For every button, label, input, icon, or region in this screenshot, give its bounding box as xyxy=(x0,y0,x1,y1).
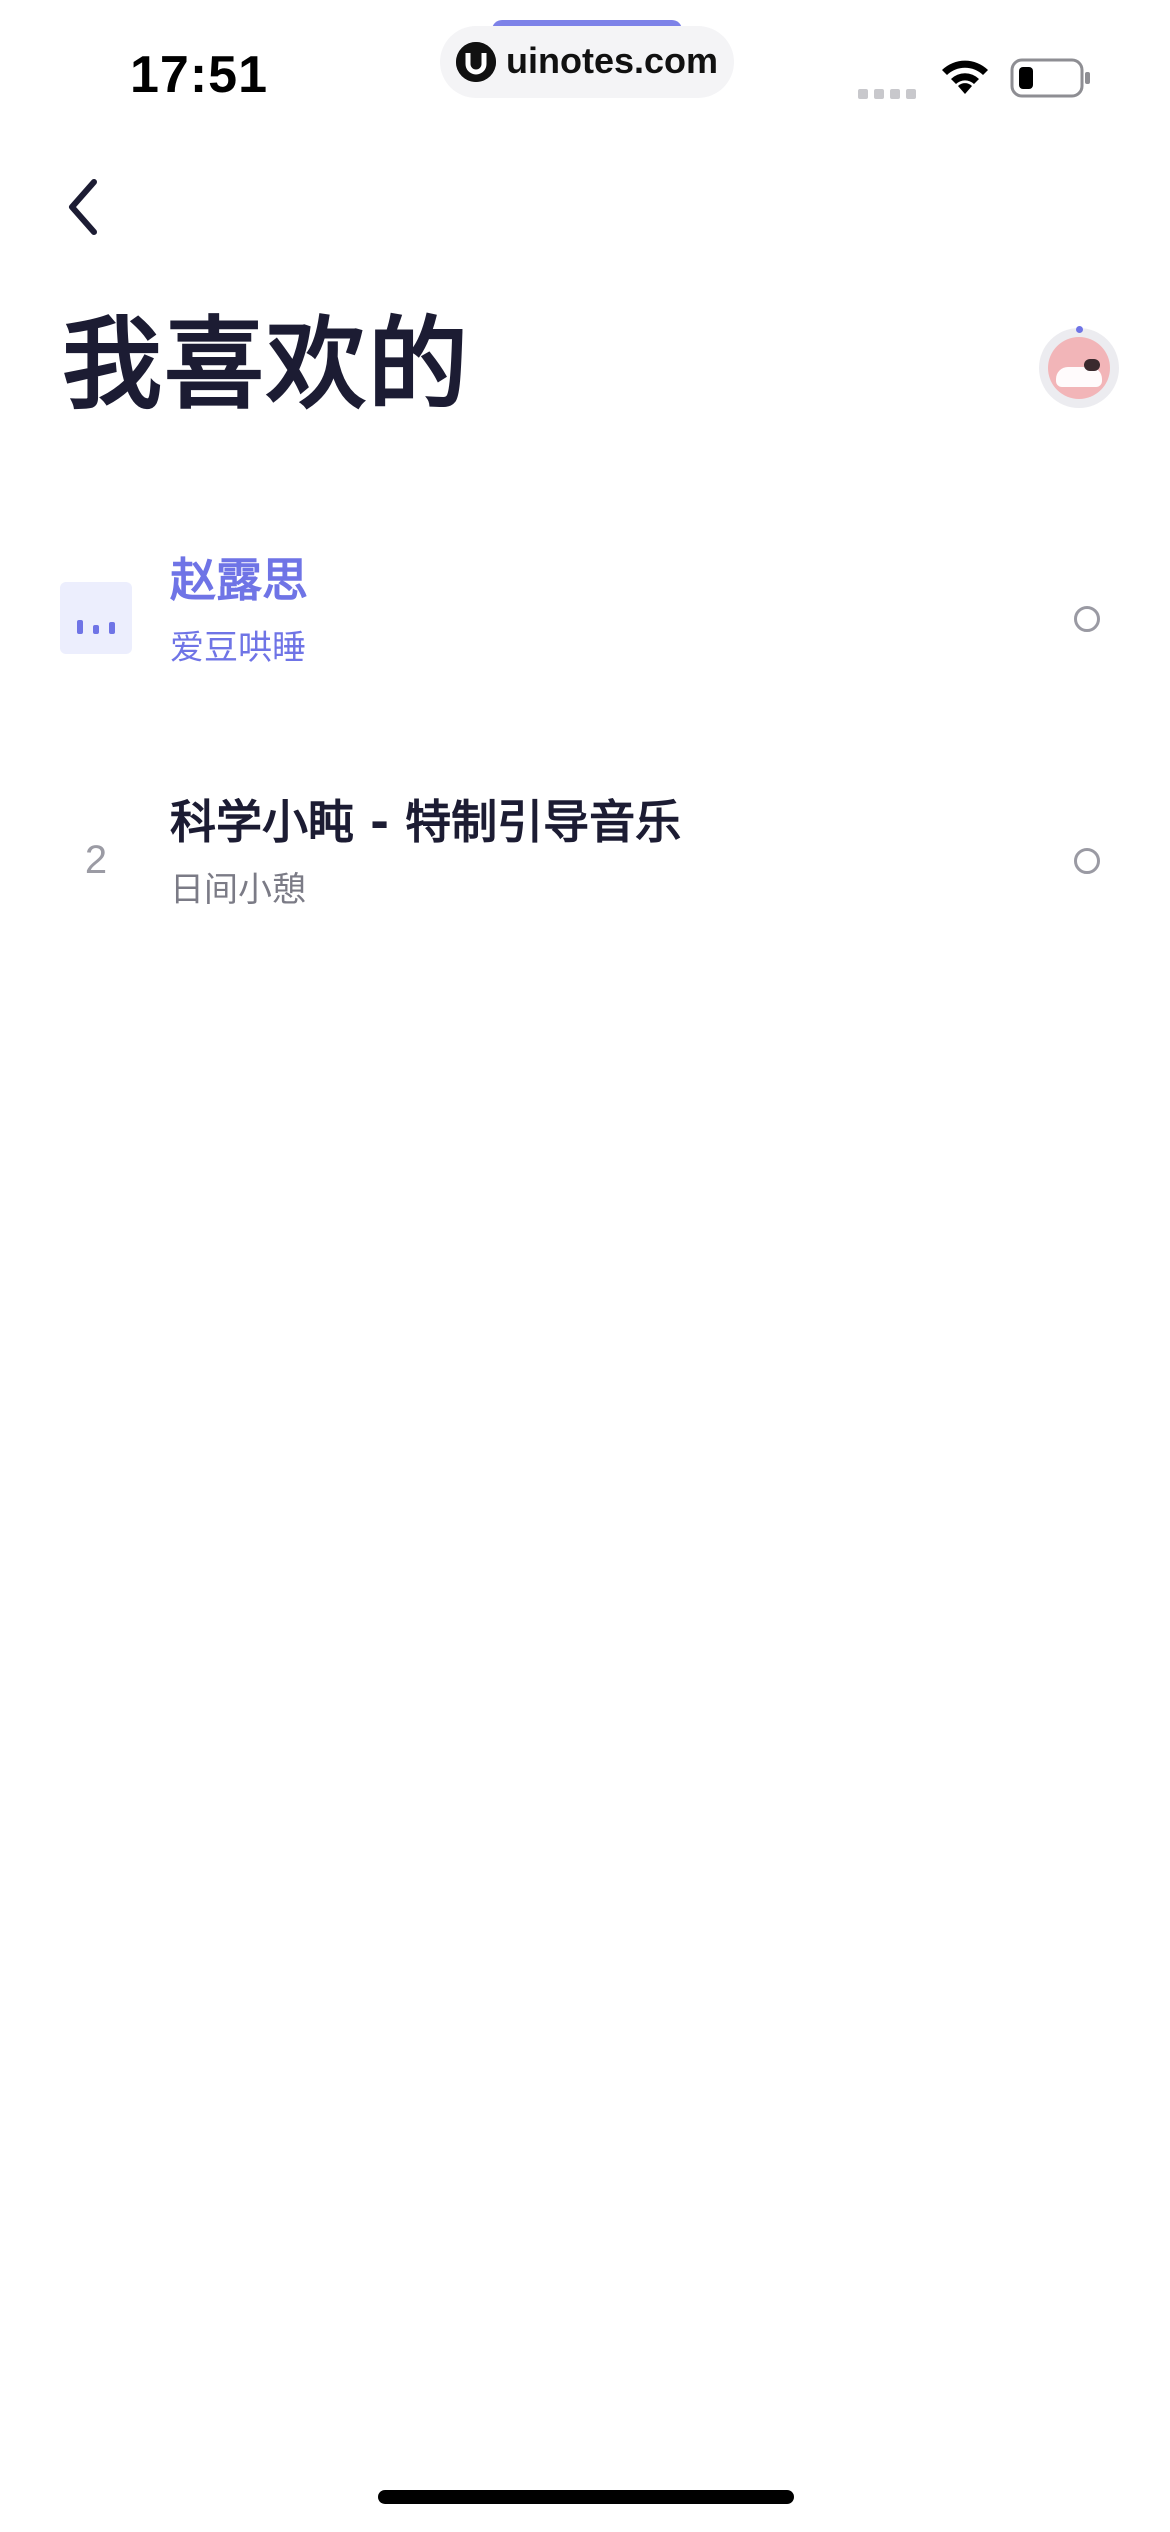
track-subtitle: 爱豆哄睡 xyxy=(170,628,306,668)
cellular-signal-icon xyxy=(858,84,918,99)
status-time: 17:51 xyxy=(130,46,268,104)
track-number: 2 xyxy=(84,838,108,882)
back-button[interactable] xyxy=(58,172,118,242)
page-title: 我喜欢的 xyxy=(62,306,470,423)
track-title: 科学小盹 - 特制引导音乐 xyxy=(170,795,682,849)
track-title: 赵露思 xyxy=(170,553,308,607)
now-playing-button[interactable] xyxy=(1039,326,1119,408)
url-chip: uinotes.com xyxy=(440,26,734,98)
equalizer-bar xyxy=(109,622,115,634)
uinotes-logo-icon xyxy=(456,42,496,82)
wifi-icon xyxy=(938,56,992,96)
progress-dot xyxy=(1076,326,1083,333)
url-text: uinotes.com xyxy=(506,40,719,81)
track-subtitle: 日间小憩 xyxy=(170,870,306,910)
battery-icon xyxy=(1010,58,1092,98)
track-row[interactable]: 2 科学小盹 - 特制引导音乐 日间小憩 xyxy=(0,752,1170,952)
avatar xyxy=(1048,337,1110,399)
home-indicator[interactable] xyxy=(378,2490,794,2504)
equalizer-bar xyxy=(77,620,83,634)
equalizer-bar xyxy=(93,625,99,634)
equalizer-icon xyxy=(60,582,132,654)
more-options-icon[interactable] xyxy=(1074,848,1100,874)
chevron-left-icon xyxy=(69,179,97,235)
avatar-hair xyxy=(1084,359,1100,371)
more-options-icon[interactable] xyxy=(1074,606,1100,632)
track-row[interactable]: 赵露思 爱豆哄睡 xyxy=(0,510,1170,710)
status-bar: 17:51 uinotes.com xyxy=(0,0,1170,140)
